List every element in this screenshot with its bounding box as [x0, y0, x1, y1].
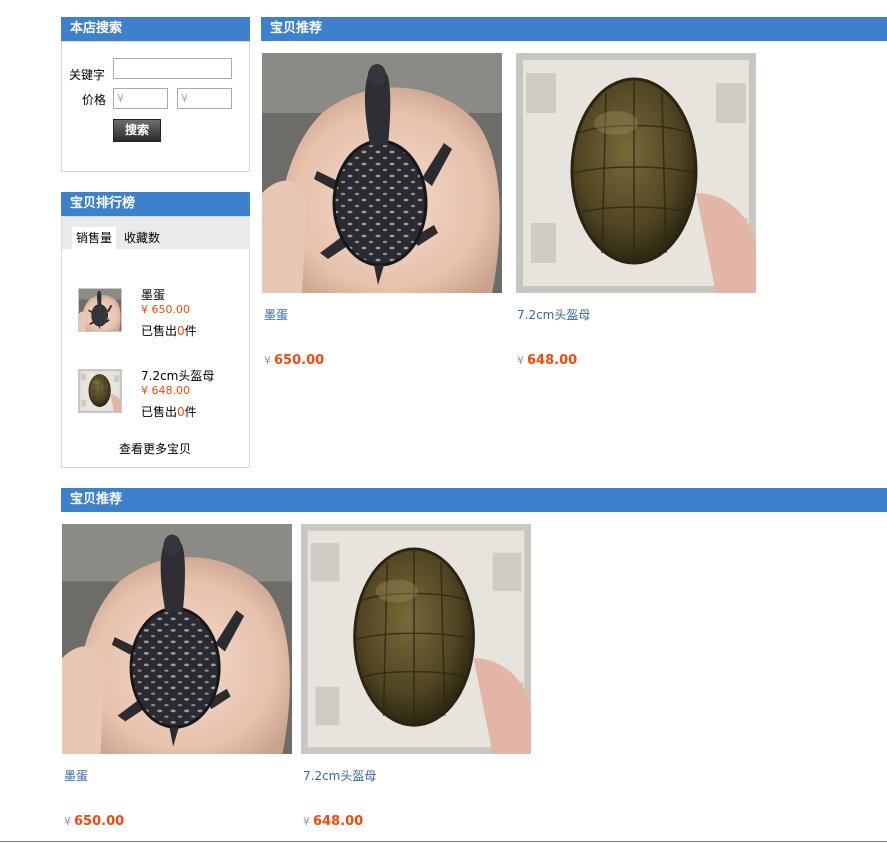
bottom-divider: [0, 841, 887, 842]
search-section-title: 本店搜索: [61, 17, 250, 41]
currency-symbol: ¥: [517, 354, 524, 367]
dark-turtle-image: [262, 53, 502, 293]
sold-prefix: 已售出: [141, 405, 178, 419]
sold-suffix: 件: [184, 324, 197, 338]
rank-item-1-sold: 已售出0件: [141, 322, 197, 339]
price-value: 648.00: [527, 353, 578, 368]
sold-count: 0: [177, 405, 185, 419]
tab-favorites[interactable]: 收藏数: [120, 227, 164, 249]
product-bottom-2-price: ¥648.00: [303, 814, 363, 829]
recommend-top-title: 宝贝推荐: [261, 17, 887, 41]
product-top-2-price: ¥648.00: [517, 353, 577, 368]
recommend-bottom-title: 宝贝推荐: [61, 488, 887, 512]
sold-suffix: 件: [184, 405, 197, 419]
ranking-tabs: 销售量 收藏数: [62, 217, 250, 249]
sold-prefix: 已售出: [141, 324, 178, 338]
product-top-1-price: ¥650.00: [264, 353, 324, 368]
rank-item-1-price: ¥ 650.00: [141, 303, 190, 316]
currency-symbol: ¥: [303, 815, 310, 828]
search-button[interactable]: 搜索: [113, 119, 161, 142]
olive-turtle-image: [301, 524, 531, 754]
price-value: 650.00: [74, 814, 125, 829]
price-label: 价格: [82, 93, 107, 107]
price-min-input[interactable]: [113, 88, 168, 109]
keyword-input[interactable]: [113, 58, 232, 79]
product-bottom-2-image[interactable]: [301, 524, 531, 754]
product-top-1-image[interactable]: [262, 53, 502, 293]
ranking-panel: [61, 216, 250, 468]
rank-item-2-thumbnail[interactable]: [78, 369, 122, 413]
tab-sales[interactable]: 销售量: [72, 227, 116, 249]
product-top-2-image[interactable]: [516, 53, 756, 293]
rank-item-2-sold: 已售出0件: [141, 403, 197, 420]
currency-symbol: ¥: [64, 815, 71, 828]
product-bottom-1-name[interactable]: 墨蛋: [64, 767, 88, 784]
keyword-label: 关键字: [69, 68, 106, 82]
rank-item-1-thumbnail[interactable]: [78, 288, 122, 332]
product-bottom-1-price: ¥650.00: [64, 814, 124, 829]
ranking-section-title: 宝贝排行榜: [61, 192, 250, 216]
currency-symbol: ¥: [264, 354, 271, 367]
product-bottom-2-name[interactable]: 7.2cm头盔母: [303, 767, 376, 784]
olive-turtle-image: [516, 53, 756, 293]
view-more-link[interactable]: 查看更多宝贝: [119, 440, 191, 457]
sold-count: 0: [177, 324, 185, 338]
product-top-2-name[interactable]: 7.2cm头盔母: [517, 306, 590, 323]
dark-turtle-image: [79, 289, 121, 331]
product-bottom-1-image[interactable]: [62, 524, 292, 754]
rank-item-2-name[interactable]: 7.2cm头盔母: [141, 367, 214, 384]
rank-item-2-price: ¥ 648.00: [141, 384, 190, 397]
rank-item-1-name[interactable]: 墨蛋: [141, 286, 165, 303]
price-max-input[interactable]: [177, 88, 232, 109]
price-value: 648.00: [313, 814, 364, 829]
price-value: 650.00: [274, 353, 325, 368]
product-top-1-name[interactable]: 墨蛋: [264, 306, 288, 323]
olive-turtle-image: [79, 370, 121, 412]
dark-turtle-image: [62, 524, 292, 754]
